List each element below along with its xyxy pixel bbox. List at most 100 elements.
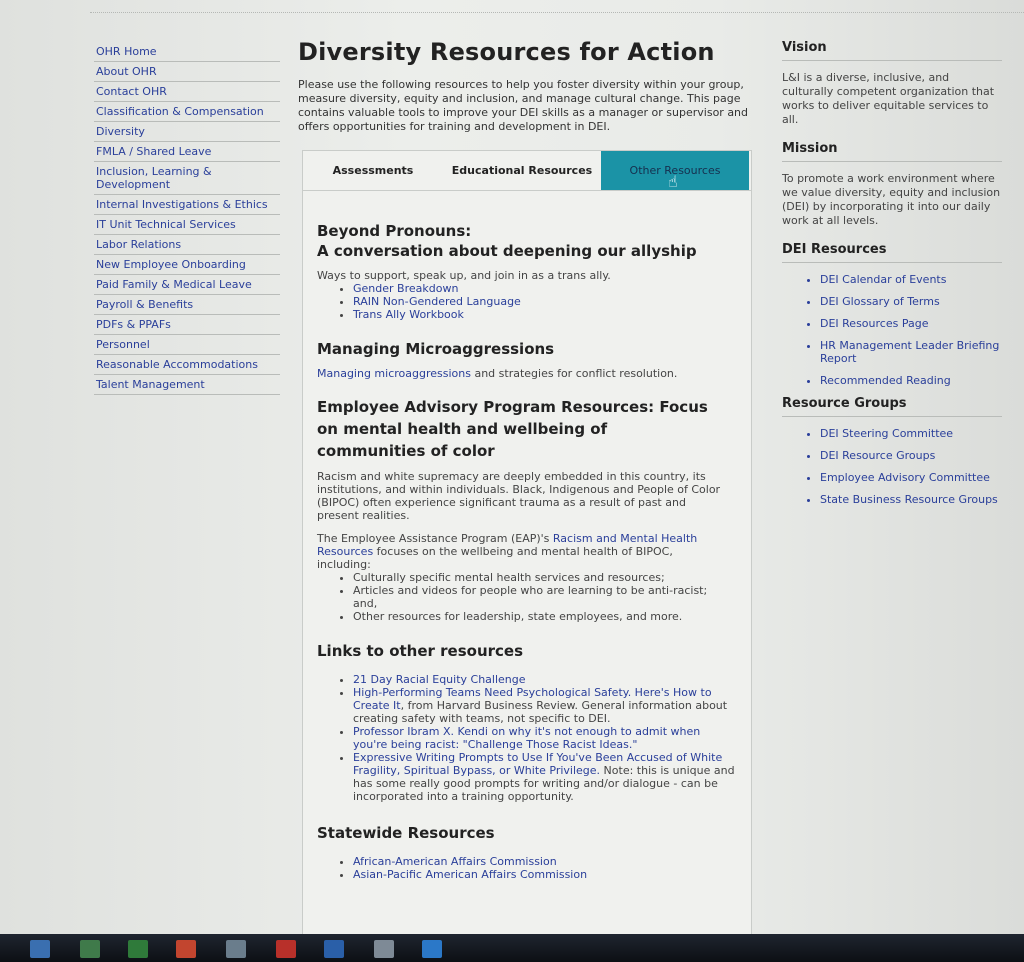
list-item: Gender Breakdown bbox=[353, 282, 751, 295]
left-nav: OHR Home About OHR Contact OHR Classific… bbox=[94, 42, 280, 395]
section-other-links: Links to other resources 21 Day Racial E… bbox=[317, 641, 751, 803]
section-paragraph: Racism and white supremacy are deeply em… bbox=[317, 470, 721, 522]
nav-contact-ohr[interactable]: Contact OHR bbox=[94, 82, 280, 102]
list-item: 21 Day Racial Equity Challenge bbox=[353, 673, 737, 686]
link-asian-pacific-commission[interactable]: Asian-Pacific American Affairs Commissio… bbox=[353, 868, 587, 881]
dei-resources-list: DEI Calendar of Events DEI Glossary of T… bbox=[782, 273, 1002, 387]
section-subheading: A conversation about deepening our allys… bbox=[317, 242, 697, 260]
list-item: Asian-Pacific American Affairs Commissio… bbox=[353, 868, 751, 881]
link-gender-breakdown[interactable]: Gender Breakdown bbox=[353, 282, 458, 295]
dei-resources-heading: DEI Resources bbox=[782, 242, 1002, 263]
list-item: DEI Calendar of Events bbox=[820, 273, 1002, 286]
link-hr-briefing-report[interactable]: HR Management Leader Briefing Report bbox=[820, 339, 999, 365]
nav-payroll-benefits[interactable]: Payroll & Benefits bbox=[94, 295, 280, 315]
link-recommended-reading[interactable]: Recommended Reading bbox=[820, 374, 951, 387]
section-heading: Managing Microaggressions bbox=[317, 340, 555, 358]
list-item: DEI Resources Page bbox=[820, 317, 1002, 330]
nav-diversity[interactable]: Diversity bbox=[94, 122, 280, 142]
link-dei-resource-groups[interactable]: DEI Resource Groups bbox=[820, 449, 935, 462]
section-heading: Statewide Resources bbox=[317, 824, 495, 842]
nav-talent-management[interactable]: Talent Management bbox=[94, 375, 280, 395]
nav-fmla[interactable]: FMLA / Shared Leave bbox=[94, 142, 280, 162]
nav-ohr-home[interactable]: OHR Home bbox=[94, 42, 280, 62]
link-employee-advisory[interactable]: Employee Advisory Committee bbox=[820, 471, 990, 484]
link-ibram-kendi[interactable]: Professor Ibram X. Kendi on why it's not… bbox=[353, 725, 700, 751]
nav-internal-investigations[interactable]: Internal Investigations & Ethics bbox=[94, 195, 280, 215]
app-icon[interactable] bbox=[176, 940, 196, 958]
section-microaggressions: Managing Microaggressions Managing micro… bbox=[317, 339, 751, 380]
section-heading: Beyond Pronouns: bbox=[317, 222, 472, 240]
app-icon[interactable] bbox=[80, 940, 100, 958]
nav-labor-relations[interactable]: Labor Relations bbox=[94, 235, 280, 255]
taskbar bbox=[0, 934, 1024, 962]
list-item: Professor Ibram X. Kendi on why it's not… bbox=[353, 725, 737, 751]
section-text: Managing microaggressions and strategies… bbox=[317, 367, 751, 380]
intro-text: Please use the following resources to he… bbox=[298, 78, 749, 133]
tab-bar: Assessments Educational Resources Other … bbox=[303, 151, 751, 191]
list-item: RAIN Non-Gendered Language bbox=[353, 295, 751, 308]
list-item: Recommended Reading bbox=[820, 374, 1002, 387]
inline-text: The Employee Assistance Program (EAP)'s bbox=[317, 532, 553, 545]
link-dei-resources-page[interactable]: DEI Resources Page bbox=[820, 317, 928, 330]
app-icon[interactable] bbox=[422, 940, 442, 958]
mission-text: To promote a work environment where we v… bbox=[782, 172, 1001, 227]
link-state-business-groups[interactable]: State Business Resource Groups bbox=[820, 493, 998, 506]
link-list: African-American Affairs Commission Asia… bbox=[317, 855, 751, 881]
list-item: African-American Affairs Commission bbox=[353, 855, 751, 868]
browser-page: OHR Home About OHR Contact OHR Classific… bbox=[0, 0, 1024, 962]
list-item: DEI Steering Committee bbox=[820, 427, 1002, 440]
link-managing-microaggressions[interactable]: Managing microaggressions bbox=[317, 367, 471, 380]
section-statewide: Statewide Resources African-American Aff… bbox=[317, 823, 751, 881]
list-item: Employee Advisory Committee bbox=[820, 471, 1002, 484]
section-beyond-pronouns: Beyond Pronouns: A conversation about de… bbox=[317, 221, 751, 321]
list-item: HR Management Leader Briefing Report bbox=[820, 339, 1002, 365]
vision-heading: Vision bbox=[782, 40, 1002, 61]
resource-groups-heading: Resource Groups bbox=[782, 396, 1002, 417]
link-racial-equity-challenge[interactable]: 21 Day Racial Equity Challenge bbox=[353, 673, 526, 686]
vision-text: L&I is a diverse, inclusive, and cultura… bbox=[782, 71, 995, 126]
tab-content: Beyond Pronouns: A conversation about de… bbox=[303, 191, 751, 881]
section-text: Ways to support, speak up, and join in a… bbox=[317, 269, 611, 282]
list-item: Other resources for leadership, state em… bbox=[353, 610, 717, 623]
app-icon[interactable] bbox=[128, 940, 148, 958]
app-icon[interactable] bbox=[374, 940, 394, 958]
app-icon[interactable] bbox=[226, 940, 246, 958]
list-item: DEI Glossary of Terms bbox=[820, 295, 1002, 308]
link-rain-language[interactable]: RAIN Non-Gendered Language bbox=[353, 295, 521, 308]
nav-it-unit[interactable]: IT Unit Technical Services bbox=[94, 215, 280, 235]
link-list: Gender Breakdown RAIN Non-Gendered Langu… bbox=[317, 282, 751, 321]
nav-pdfs-ppafs[interactable]: PDFs & PPAFs bbox=[94, 315, 280, 335]
nav-reasonable-accommodations[interactable]: Reasonable Accommodations bbox=[94, 355, 280, 375]
resource-groups-list: DEI Steering Committee DEI Resource Grou… bbox=[782, 427, 1002, 506]
tab-educational-resources[interactable]: Educational Resources bbox=[443, 151, 601, 190]
nav-about-ohr[interactable]: About OHR bbox=[94, 62, 280, 82]
inline-text: , from Harvard Business Review. General … bbox=[353, 699, 728, 725]
list-item: Culturally specific mental health servic… bbox=[353, 571, 717, 584]
right-sidebar: Vision L&I is a diverse, inclusive, and … bbox=[782, 40, 1002, 515]
link-trans-ally-workbook[interactable]: Trans Ally Workbook bbox=[353, 308, 464, 321]
mission-heading: Mission bbox=[782, 141, 1002, 162]
link-dei-calendar[interactable]: DEI Calendar of Events bbox=[820, 273, 946, 286]
tab-assessments[interactable]: Assessments bbox=[303, 151, 443, 190]
nav-onboarding[interactable]: New Employee Onboarding bbox=[94, 255, 280, 275]
list-item: Articles and videos for people who are l… bbox=[353, 584, 717, 610]
inline-text: and strategies for conflict resolution. bbox=[470, 367, 678, 380]
hand-cursor-icon: ☝ bbox=[668, 172, 678, 191]
link-dei-glossary[interactable]: DEI Glossary of Terms bbox=[820, 295, 940, 308]
main-header: Diversity Resources for Action Please us… bbox=[298, 38, 754, 134]
nav-classification[interactable]: Classification & Compensation bbox=[94, 102, 280, 122]
resources-panel: Assessments Educational Resources Other … bbox=[302, 150, 752, 940]
app-icon[interactable] bbox=[324, 940, 344, 958]
link-dei-steering[interactable]: DEI Steering Committee bbox=[820, 427, 953, 440]
nav-inclusion-learning[interactable]: Inclusion, Learning & Development bbox=[94, 162, 280, 195]
link-list: 21 Day Racial Equity Challenge High-Perf… bbox=[317, 673, 737, 803]
page-title: Diversity Resources for Action bbox=[298, 38, 715, 66]
list-item: State Business Resource Groups bbox=[820, 493, 1002, 506]
bullet-list: Culturally specific mental health servic… bbox=[317, 571, 717, 623]
section-heading: Employee Advisory Program Resources: Foc… bbox=[317, 398, 708, 460]
app-icon[interactable] bbox=[276, 940, 296, 958]
nav-paid-family-leave[interactable]: Paid Family & Medical Leave bbox=[94, 275, 280, 295]
link-african-american-commission[interactable]: African-American Affairs Commission bbox=[353, 855, 557, 868]
start-icon[interactable] bbox=[30, 940, 50, 958]
nav-personnel[interactable]: Personnel bbox=[94, 335, 280, 355]
